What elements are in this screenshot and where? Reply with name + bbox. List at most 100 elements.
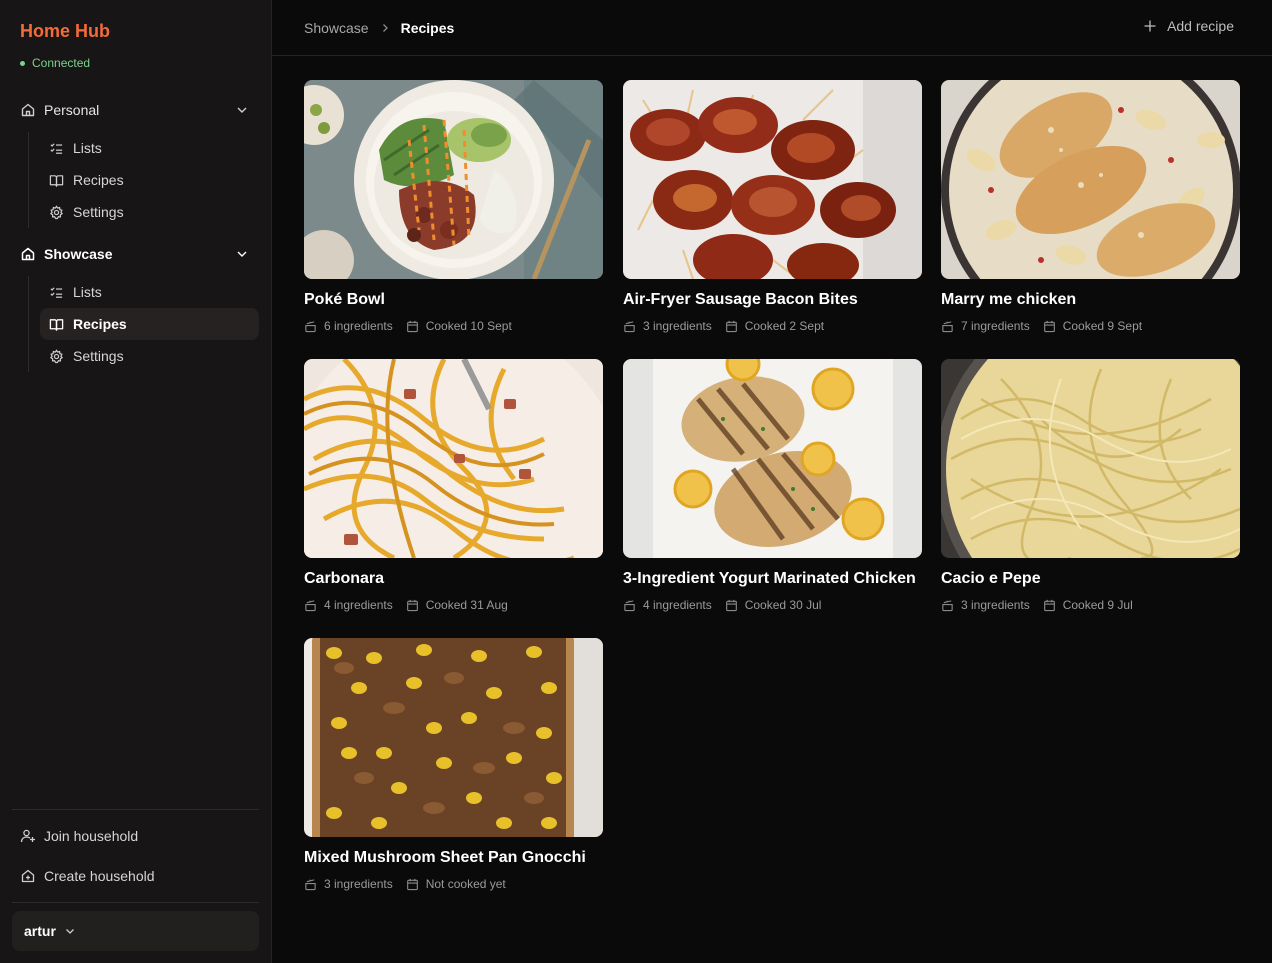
recipe-meta: 4 ingredients Cooked 30 Jul <box>623 598 922 612</box>
recipe-title: Marry me chicken <box>941 291 1077 308</box>
cooking-pot-icon <box>305 599 316 611</box>
brand-title: Home Hub <box>20 21 110 41</box>
calendar-icon <box>725 320 737 332</box>
recipe-card-sausage-bacon-bites[interactable]: Air-Fryer Sausage Bacon Bites 3 ingredie… <box>623 80 922 333</box>
connection-status: Connected <box>20 56 90 70</box>
chevron-down-icon <box>237 251 247 257</box>
recipe-cooked-date: Cooked 9 Sept <box>1043 319 1142 333</box>
sidebar-group-label: Personal <box>44 102 100 118</box>
status-label: Connected <box>32 56 91 70</box>
recipe-title: Carbonara <box>304 570 385 587</box>
recipe-image[interactable] <box>623 359 922 558</box>
plus-icon <box>1144 20 1156 32</box>
sidebar-item-showcase-lists[interactable]: Lists <box>40 276 259 308</box>
calendar-icon <box>725 599 737 611</box>
chevron-down-icon <box>237 107 247 113</box>
recipe-title: Poké Bowl <box>304 291 385 308</box>
calendar-icon <box>406 599 418 611</box>
sidebar-item-label: Recipes <box>73 316 127 332</box>
gear-icon <box>49 204 64 219</box>
recipe-image[interactable] <box>623 80 922 279</box>
chevron-down-icon <box>65 929 74 934</box>
sidebar-group-label: Showcase <box>44 246 113 262</box>
recipe-cooked-date: Cooked 2 Sept <box>725 319 824 333</box>
recipe-cooked-date: Cooked 31 Aug <box>406 598 508 612</box>
cooking-pot-icon <box>305 320 316 332</box>
home-plus-icon <box>21 869 35 883</box>
recipe-ingredients: 3 ingredients <box>643 319 712 333</box>
recipe-title: Air-Fryer Sausage Bacon Bites <box>623 291 858 308</box>
recipe-card-yogurt-chicken[interactable]: 3-Ingredient Yogurt Marinated Chicken 4 … <box>623 359 922 612</box>
sidebar-item-label: Lists <box>73 284 102 300</box>
breadcrumb-showcase[interactable]: Showcase <box>304 20 369 36</box>
sidebar-item-showcase-settings[interactable]: Settings <box>40 340 259 372</box>
gear-icon <box>49 348 64 363</box>
recipe-card-marry-me-chicken[interactable]: Marry me chicken 7 ingredients Cooked 9 … <box>941 80 1240 333</box>
user-menu-button[interactable]: artur <box>12 911 259 951</box>
recipe-card-mushroom-gnocchi[interactable]: Mixed Mushroom Sheet Pan Gnocchi 3 ingre… <box>304 638 603 891</box>
recipe-title: Cacio e Pepe <box>941 570 1041 587</box>
recipe-title: 3-Ingredient Yogurt Marinated Chicken <box>623 570 916 587</box>
sidebar-item-personal-lists[interactable]: Lists <box>40 132 259 164</box>
list-icon <box>50 286 63 298</box>
sidebar-item-label: Lists <box>73 140 102 156</box>
sidebar-divider <box>12 809 259 810</box>
status-dot-icon <box>20 60 25 66</box>
cooking-pot-icon <box>624 320 635 332</box>
cooking-pot-icon <box>305 878 316 890</box>
recipe-cooked-date: Cooked 30 Jul <box>725 598 821 612</box>
recipe-cooked-label: Cooked 31 Aug <box>425 598 508 612</box>
recipe-cooked-label: Cooked 2 Sept <box>744 319 825 333</box>
sidebar-group-showcase[interactable]: Showcase <box>12 238 259 270</box>
recipe-meta: 7 ingredients Cooked 9 Sept <box>941 319 1240 333</box>
calendar-icon <box>1043 599 1055 611</box>
sidebar-item-personal-settings[interactable]: Settings <box>40 196 259 228</box>
home-icon <box>21 103 35 117</box>
cooking-pot-icon <box>942 320 953 332</box>
home-icon <box>21 247 35 261</box>
list-icon <box>50 142 63 154</box>
calendar-icon <box>406 878 418 890</box>
recipe-image[interactable] <box>304 359 603 558</box>
recipe-card-carbonara[interactable]: Carbonara 4 ingredients Cooked 31 Aug <box>304 359 603 612</box>
recipe-cooked-label: Not cooked yet <box>425 877 506 891</box>
recipe-cooked-date: Cooked 10 Sept <box>406 319 512 333</box>
recipe-ingredients: 6 ingredients <box>324 319 393 333</box>
recipe-meta: 3 ingredients Cooked 2 Sept <box>623 319 922 333</box>
tree-line <box>28 276 29 372</box>
recipe-cooked-date: Cooked 9 Jul <box>1043 598 1133 612</box>
calendar-icon <box>406 320 418 332</box>
book-icon <box>49 174 64 187</box>
breadcrumb: Showcase Recipes <box>304 20 454 36</box>
recipe-ingredients: 3 ingredients <box>961 598 1030 612</box>
recipe-meta: 3 ingredients Not cooked yet <box>304 877 603 891</box>
recipe-cooked-label: Cooked 10 Sept <box>425 319 512 333</box>
create-household-button[interactable]: Create household <box>12 860 259 892</box>
recipe-card-poke-bowl[interactable]: Poké Bowl 6 ingredients Cooked 10 Sept <box>304 80 603 333</box>
recipe-ingredients: 4 ingredients <box>643 598 712 612</box>
join-household-button[interactable]: Join household <box>12 820 259 852</box>
recipe-cooked-label: Cooked 9 Sept <box>1062 319 1143 333</box>
sidebar-item-showcase-recipes[interactable]: Recipes <box>40 308 259 340</box>
cooking-pot-icon <box>942 599 953 611</box>
top-bar: Showcase Recipes Add recipe <box>272 0 1272 56</box>
recipe-cooked-date: Not cooked yet <box>406 877 506 891</box>
user-name: artur <box>24 923 56 939</box>
recipe-image[interactable] <box>941 359 1240 558</box>
add-recipe-button[interactable]: Add recipe <box>1143 18 1234 34</box>
recipe-card-cacio-e-pepe[interactable]: Cacio e Pepe 3 ingredients Cooked 9 Jul <box>941 359 1240 612</box>
create-household-label: Create household <box>44 868 155 884</box>
recipe-ingredients: 4 ingredients <box>324 598 393 612</box>
sidebar-item-label: Recipes <box>73 172 124 188</box>
recipe-ingredients: 7 ingredients <box>961 319 1030 333</box>
cooking-pot-icon <box>624 599 635 611</box>
recipe-image[interactable] <box>304 80 603 279</box>
recipe-title: Mixed Mushroom Sheet Pan Gnocchi <box>304 849 586 866</box>
calendar-icon <box>1043 320 1055 332</box>
book-icon <box>49 318 64 331</box>
sidebar-group-personal[interactable]: Personal <box>12 94 259 126</box>
sidebar-item-personal-recipes[interactable]: Recipes <box>40 164 259 196</box>
tree-line <box>28 132 29 228</box>
recipe-image[interactable] <box>304 638 603 837</box>
recipe-image[interactable] <box>941 80 1240 279</box>
